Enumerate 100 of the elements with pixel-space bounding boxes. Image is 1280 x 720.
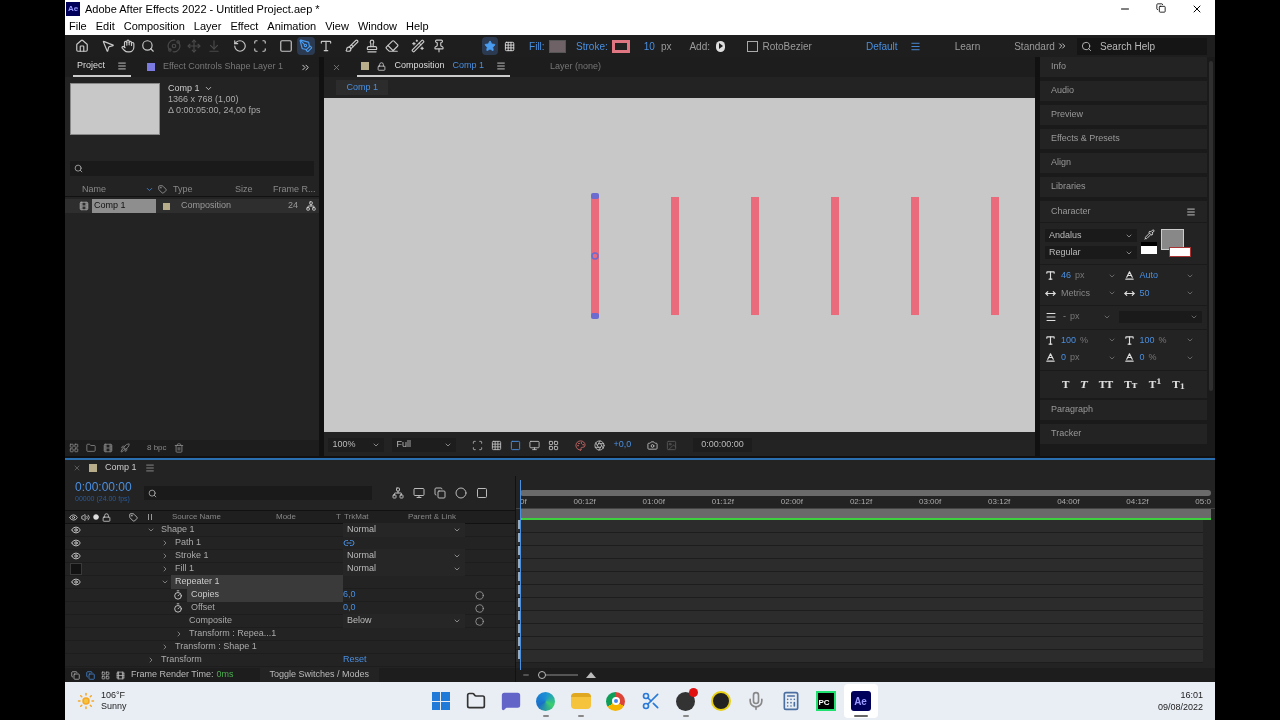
eye-icon[interactable] xyxy=(71,551,81,561)
menu-item[interactable]: Effect xyxy=(230,18,259,35)
expand-caret-icon[interactable] xyxy=(175,630,183,638)
mode-dropdown[interactable]: Normal xyxy=(343,523,465,537)
text-style-button[interactable]: T$^{1}$ xyxy=(1148,376,1162,392)
fill-stroke-swatch[interactable] xyxy=(1161,229,1191,257)
character-value-field[interactable]: Auto xyxy=(1139,269,1158,283)
search-help-field[interactable]: Search Help xyxy=(1077,37,1207,55)
scrollbar[interactable] xyxy=(1207,57,1215,456)
column-header[interactable]: Frame R... xyxy=(273,182,316,197)
timeline-row[interactable]: Transform Reset xyxy=(65,654,515,667)
property-name[interactable]: Composite xyxy=(185,614,343,628)
character-value-field[interactable]: Metrics xyxy=(1061,286,1090,300)
composition-flowchart-icon[interactable] xyxy=(391,487,404,499)
panel-tab[interactable]: Layer (none) xyxy=(550,57,602,77)
trash-icon[interactable] xyxy=(173,443,184,453)
character-value-field[interactable]: 46 xyxy=(1061,269,1071,283)
timeline-row[interactable]: Transform : Shape 1 xyxy=(65,641,515,654)
close-icon[interactable] xyxy=(332,62,342,72)
menu-item[interactable]: Composition xyxy=(123,18,185,35)
timeline-row[interactable]: Transform : Repea...1 xyxy=(65,628,515,641)
timeline-row[interactable]: Composite Below xyxy=(65,615,515,628)
character-value-field[interactable]: 0 xyxy=(1139,351,1145,365)
toggle-switches-button[interactable]: Toggle Switches / Modes xyxy=(259,668,380,682)
character-value-field[interactable]: 50 xyxy=(1139,286,1150,300)
column-header[interactable]: Mode xyxy=(276,511,336,523)
column-header[interactable]: T xyxy=(336,511,344,523)
panel-menu-icon[interactable] xyxy=(144,463,155,473)
column-header[interactable]: Type xyxy=(173,182,219,197)
text-style-button[interactable]: Tт xyxy=(1124,376,1138,392)
flowchart-icon[interactable] xyxy=(306,201,317,211)
panel-header[interactable]: Info xyxy=(1040,57,1207,79)
lock-icon[interactable] xyxy=(377,61,387,71)
folder-icon[interactable] xyxy=(86,443,96,453)
rotobezier-checkbox[interactable]: RotoBezier xyxy=(747,38,812,54)
property-name[interactable]: Shape 1 xyxy=(157,523,343,537)
eye-icon[interactable] xyxy=(71,577,81,587)
text-style-button[interactable]: TT xyxy=(1098,376,1114,392)
breadcrumb-tab[interactable]: Comp 1 xyxy=(336,79,388,96)
panel-header[interactable]: Preview xyxy=(1040,105,1207,127)
panel-menu-icon[interactable] xyxy=(1186,206,1196,217)
text-style-button[interactable]: T$_{1}$ xyxy=(1172,376,1185,392)
taskbar-app-button[interactable]: Ae xyxy=(843,684,878,718)
eraser-tool-button[interactable] xyxy=(383,37,402,55)
column-header[interactable]: TrkMat xyxy=(344,511,408,523)
snapping-button[interactable] xyxy=(482,37,498,55)
text-style-button[interactable]: T xyxy=(1062,376,1070,392)
panel-header[interactable]: Tracker xyxy=(1040,423,1207,446)
text-style-button[interactable]: T xyxy=(1080,376,1088,392)
property-name[interactable]: Offset xyxy=(187,601,343,615)
panel-header[interactable]: Effects & Presets xyxy=(1040,129,1207,151)
column-header[interactable]: Parent & Link xyxy=(408,511,457,523)
visibility-switch[interactable] xyxy=(70,563,82,575)
stopwatch-icon[interactable] xyxy=(173,590,183,600)
layer-duration-bar[interactable] xyxy=(520,509,1211,520)
menu-item[interactable]: Window xyxy=(357,18,397,35)
panel-header[interactable]: Align xyxy=(1040,153,1207,175)
new-composition-icon[interactable] xyxy=(103,443,113,453)
camera-icon[interactable] xyxy=(647,439,659,451)
zoom-slider-thumb[interactable] xyxy=(538,671,546,679)
zoom-dropdown[interactable]: 100% xyxy=(328,438,385,452)
workspace-menu-icon[interactable] xyxy=(909,40,921,52)
pen-tool-button[interactable] xyxy=(297,37,316,55)
property-name[interactable]: Copies xyxy=(187,588,343,602)
property-name[interactable]: Fill 1 xyxy=(171,562,343,576)
character-value-field[interactable]: 100 xyxy=(1139,333,1155,347)
mode-dropdown[interactable]: Normal xyxy=(343,562,465,576)
panel-header[interactable]: Audio xyxy=(1040,81,1207,103)
font-family-dropdown[interactable]: Andalus xyxy=(1045,229,1137,242)
panel-header[interactable]: Libraries xyxy=(1040,177,1207,199)
timeline-tab[interactable]: Comp 1 xyxy=(105,461,137,475)
panel-tab[interactable]: Effect Controls Shape Layer 1 xyxy=(143,57,287,77)
panel-header[interactable]: Paragraph xyxy=(1040,399,1207,422)
stopwatch-icon[interactable] xyxy=(173,603,183,613)
expand-caret-icon[interactable] xyxy=(147,656,155,664)
property-value[interactable]: Reset xyxy=(343,653,367,667)
stroke-swatch[interactable] xyxy=(611,39,630,53)
property-name[interactable]: Transform : Repea...1 xyxy=(185,627,343,641)
project-row[interactable]: Comp 1 Composition 24 xyxy=(65,199,320,213)
column-header[interactable]: Name xyxy=(65,182,145,197)
property-name[interactable]: Transform : Shape 1 xyxy=(171,640,343,654)
fill-swatch[interactable] xyxy=(548,39,567,53)
current-time-field[interactable]: 0:00:00:00 xyxy=(693,438,752,452)
property-value[interactable]: 0,0 xyxy=(343,601,356,615)
panel-menu-icon[interactable] xyxy=(117,61,127,71)
timeline-row[interactable]: Copies 6,0 xyxy=(65,589,515,602)
workspace-tab[interactable]: Learn xyxy=(954,38,981,54)
column-header[interactable]: Source Name xyxy=(172,511,276,523)
panel-menu-icon[interactable] xyxy=(496,61,506,71)
column-header[interactable]: Size xyxy=(235,182,271,197)
timeline-row[interactable]: Shape 1 Normal xyxy=(65,524,515,537)
expand-caret-icon[interactable] xyxy=(161,539,169,547)
layer-search-field[interactable] xyxy=(143,486,372,500)
overflow-icon[interactable] xyxy=(1056,40,1068,52)
menu-item[interactable]: View xyxy=(325,18,349,35)
exposure-value[interactable]: +0,0 xyxy=(613,438,632,452)
menu-item[interactable]: File xyxy=(69,18,87,35)
sort-caret-icon[interactable] xyxy=(145,185,154,194)
zoom-out-icon[interactable] xyxy=(522,671,530,679)
resolution-dropdown[interactable]: Full xyxy=(392,438,457,452)
